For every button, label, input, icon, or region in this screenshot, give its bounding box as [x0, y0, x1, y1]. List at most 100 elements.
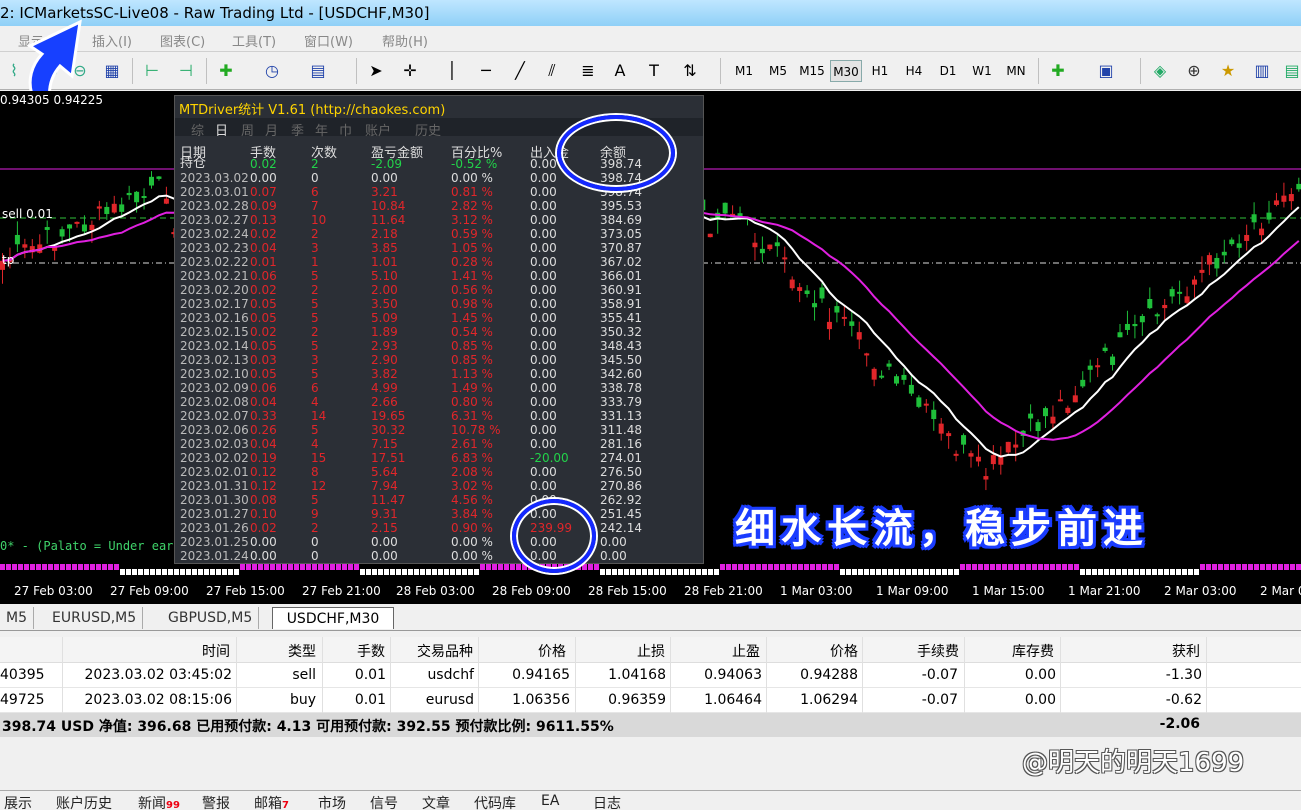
- mt-tab-year[interactable]: 年: [315, 120, 328, 139]
- terminal-tab[interactable]: 账户历史: [56, 793, 112, 810]
- sell-order-label[interactable]: sell 0.01: [2, 207, 53, 221]
- col-sl[interactable]: 止损: [610, 641, 665, 661]
- text-icon[interactable]: A: [608, 59, 632, 83]
- mt-cell: 2023.02.22: [180, 255, 249, 269]
- timeframe-h1[interactable]: H1: [864, 60, 896, 82]
- mt-tab-other[interactable]: 巾: [339, 120, 352, 139]
- terminal-tab[interactable]: 警报: [202, 793, 230, 810]
- autoscroll-icon[interactable]: ⊣: [174, 59, 198, 83]
- session-block: [156, 569, 161, 575]
- candle-body: [1244, 234, 1250, 241]
- col-symbol[interactable]: 交易品种: [405, 641, 473, 661]
- mt-cell: 373.05: [600, 227, 642, 241]
- session-block: [816, 564, 821, 570]
- session-block: [1062, 564, 1067, 570]
- timeframe-h4[interactable]: H4: [898, 60, 930, 82]
- chart-shift-icon[interactable]: ⊢: [140, 59, 164, 83]
- terminal-tab[interactable]: 文章: [422, 793, 450, 810]
- timeframe-m30[interactable]: M30: [830, 60, 862, 82]
- terminal-tab[interactable]: 邮箱7: [254, 793, 289, 810]
- tab-usdchf-m30[interactable]: USDCHF,M30: [272, 607, 394, 629]
- mt-cell: 10.84: [371, 199, 406, 213]
- crosshair-icon[interactable]: ✛: [398, 59, 422, 83]
- tab-gbpusd-m5[interactable]: GBPUSD,M5: [162, 607, 260, 629]
- cursor-icon[interactable]: ➤: [364, 59, 388, 83]
- terminal-tab[interactable]: 市场: [318, 793, 346, 810]
- trendline-icon[interactable]: ╱: [508, 59, 532, 83]
- col-profit[interactable]: 获利: [1150, 641, 1200, 661]
- session-block: [594, 564, 599, 570]
- favorites-icon[interactable]: ★: [1216, 59, 1240, 83]
- mt-tab-account[interactable]: 账户: [365, 120, 391, 139]
- terminal-icon[interactable]: ▥: [1250, 59, 1274, 83]
- col-commission[interactable]: 手续费: [895, 641, 959, 661]
- session-block: [876, 569, 881, 575]
- trade-cell: 1.04168: [608, 667, 666, 683]
- market-watch-icon[interactable]: ◈: [1148, 59, 1172, 83]
- terminal-tab[interactable]: 代码库: [474, 793, 516, 810]
- terminal-tab[interactable]: 信号: [370, 793, 398, 810]
- chart-symbol-tabs: M5 EURUSD,M5 GBPUSD,M5 USDCHF,M30: [0, 605, 1301, 631]
- navigator-icon[interactable]: ⊕: [1182, 59, 1206, 83]
- periods-clock-icon[interactable]: ◷: [260, 59, 284, 83]
- mt-cell: 2023.02.24: [180, 227, 249, 241]
- mt-tab-day[interactable]: 日: [215, 120, 228, 139]
- mt-tab-month[interactable]: 月: [265, 120, 278, 139]
- mt-cell: 0.03: [250, 353, 277, 367]
- arrows-icon[interactable]: ⇅: [678, 59, 702, 83]
- timeframe-d1[interactable]: D1: [932, 60, 964, 82]
- mt-cell: 2: [311, 521, 319, 535]
- take-profit-label[interactable]: tp: [2, 253, 14, 267]
- session-block: [900, 569, 905, 575]
- menu-window[interactable]: 窗口(W): [304, 31, 353, 50]
- new-chart-icon[interactable]: ✚: [1046, 59, 1070, 83]
- text-label-icon[interactable]: T: [642, 59, 666, 83]
- mt-tab-history[interactable]: 历史: [415, 120, 441, 139]
- session-block: [906, 569, 911, 575]
- session-block: [972, 564, 977, 570]
- col-current-price[interactable]: 价格: [800, 641, 858, 661]
- timeframe-m15[interactable]: M15: [796, 60, 828, 82]
- mt-tab-week[interactable]: 周: [241, 120, 254, 139]
- timeframe-w1[interactable]: W1: [966, 60, 998, 82]
- fibonacci-icon[interactable]: ≣: [576, 59, 600, 83]
- candle-body: [1110, 356, 1116, 365]
- col-type[interactable]: 类型: [270, 641, 316, 661]
- indicators-icon[interactable]: ✚: [214, 59, 238, 83]
- tab-eurusd-m5[interactable]: EURUSD,M5: [46, 607, 144, 629]
- strategy-tester-icon[interactable]: ▤: [1280, 59, 1301, 83]
- terminal-tab[interactable]: EA: [541, 793, 559, 809]
- mt-cell: 342.60: [600, 367, 642, 381]
- col-time[interactable]: 时间: [180, 641, 230, 661]
- session-block: [1254, 564, 1259, 570]
- menu-charts[interactable]: 图表(C): [160, 31, 205, 50]
- mt-tab-summary[interactable]: 综: [191, 120, 204, 139]
- candle-body: [849, 321, 855, 326]
- window-list-icon[interactable]: ▣: [1094, 59, 1118, 83]
- menu-help[interactable]: 帮助(H): [382, 31, 428, 50]
- terminal-tab[interactable]: 日志: [593, 793, 621, 810]
- mt-cell: 2023.03.01: [180, 185, 249, 199]
- timeframe-mn[interactable]: MN: [1000, 60, 1032, 82]
- col-lots[interactable]: 手数: [340, 641, 385, 661]
- timeframe-m5[interactable]: M5: [762, 60, 794, 82]
- tile-windows-icon[interactable]: ▦: [100, 59, 124, 83]
- col-price[interactable]: 价格: [510, 641, 566, 661]
- mt-tab-quarter[interactable]: 季: [291, 120, 304, 139]
- terminal-tab[interactable]: 展示: [4, 793, 32, 810]
- vertical-line-icon[interactable]: │: [440, 59, 464, 83]
- timeframe-m1[interactable]: M1: [728, 60, 760, 82]
- mt-day-row: 2023.02.06 0.26 5 30.32 10.78 % 0.00 311.48: [175, 423, 703, 437]
- menu-tools[interactable]: 工具(T): [232, 31, 276, 50]
- trade-row[interactable]: 40395 2023.03.02 03:45:02 sell 0.01 usdchf 0.…: [0, 663, 1301, 688]
- equidistant-channel-icon[interactable]: ⫽: [540, 59, 564, 83]
- templates-icon[interactable]: ▤: [306, 59, 330, 83]
- tab-m5[interactable]: M5: [0, 607, 34, 629]
- horizontal-line-icon[interactable]: ─: [474, 59, 498, 83]
- trade-row[interactable]: 49725 2023.03.02 08:15:06 buy 0.01 eurusd 1.0…: [0, 688, 1301, 713]
- session-block: [414, 569, 419, 575]
- terminal-tab[interactable]: 新闻99: [138, 793, 180, 810]
- col-tp[interactable]: 止盈: [705, 641, 760, 661]
- session-block: [1236, 564, 1241, 570]
- col-swap[interactable]: 库存费: [990, 641, 1054, 661]
